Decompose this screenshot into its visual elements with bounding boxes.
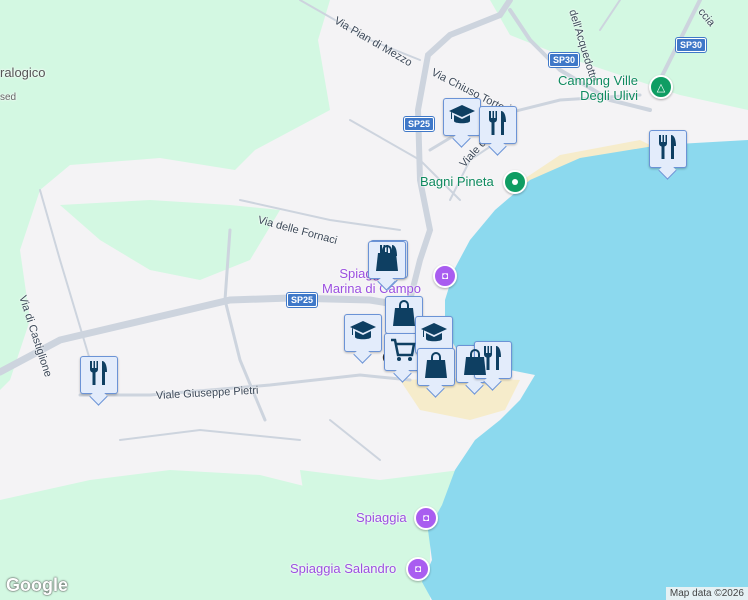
camping-label-line1: Camping Ville [558, 73, 638, 88]
route-shield: SP30 [676, 38, 707, 52]
shopping-icon [424, 351, 448, 384]
map-attribution[interactable]: Map data ©2026 [665, 587, 748, 600]
spiaggia-label[interactable]: Spiaggia [356, 510, 407, 525]
route-shield: SP25 [404, 117, 435, 131]
restaurant-icon [656, 134, 680, 165]
park-area [60, 200, 280, 280]
camera-icon[interactable]: ◘ [433, 264, 457, 288]
school-marker[interactable] [344, 314, 382, 352]
shopping-marker[interactable] [417, 348, 455, 386]
place-label: ralogico [0, 65, 46, 80]
camping-label-line2: Degli Ulivi [580, 88, 638, 103]
camera-icon[interactable]: ◘ [406, 557, 430, 581]
school-marker[interactable] [443, 98, 481, 136]
shopping-icon [392, 299, 416, 332]
route-shield: SP30 [549, 53, 580, 67]
spiaggia-marina-line2: Marina di Campo [322, 281, 421, 296]
restaurant-marker[interactable] [479, 106, 517, 144]
camera-icon[interactable]: ◘ [414, 506, 438, 530]
restaurant-marker[interactable] [80, 356, 118, 394]
restaurant-marker[interactable] [649, 130, 687, 168]
bagni-pineta-label[interactable]: Bagni Pineta [420, 174, 494, 189]
restaurant-icon [486, 110, 510, 141]
place-label: sed [0, 92, 17, 103]
school-icon [349, 319, 377, 348]
park-area [0, 0, 330, 390]
spiaggia-salandro-label[interactable]: Spiaggia Salandro [290, 561, 396, 576]
campground-icon[interactable]: △ [649, 75, 673, 99]
shopping-icon [375, 244, 399, 277]
school-icon [420, 321, 448, 350]
school-icon [448, 103, 476, 132]
google-logo: Google [6, 575, 68, 595]
camping-label[interactable]: Camping Ville Degli Ulivi [558, 73, 638, 103]
restaurant-icon [87, 360, 111, 391]
beach-poi-icon[interactable] [503, 170, 527, 194]
route-shield: SP25 [287, 293, 318, 307]
cart-icon [390, 337, 416, 368]
